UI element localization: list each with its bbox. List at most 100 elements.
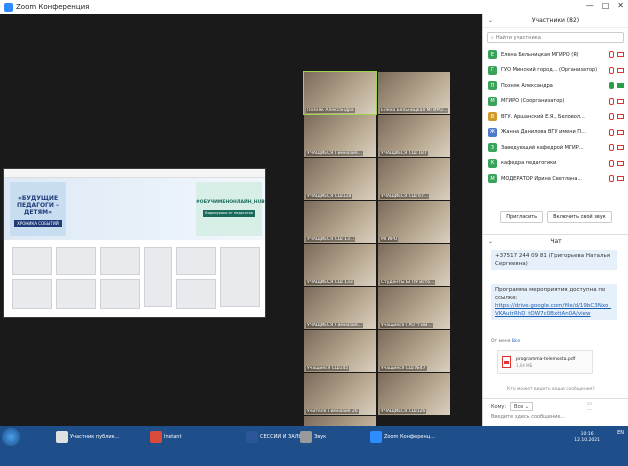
camera-icon[interactable]: [617, 129, 624, 135]
chat-file[interactable]: programma-telemosta.pdf 1,04 МБ: [497, 350, 593, 374]
video-tile[interactable]: Учителя Гимназия 20: [304, 373, 376, 415]
microphone-icon[interactable]: [609, 175, 614, 183]
shared-right-button: Видеоуроки от педагогов: [203, 210, 255, 217]
video-tile[interactable]: Позняк Александра: [303, 71, 377, 115]
video-tile[interactable]: УЧАЩИЕСЯ СШ128: [304, 158, 376, 200]
chat-message-link[interactable]: https://drive.google.com/file/d/19bC3Nxo…: [495, 303, 611, 317]
chat-input[interactable]: [491, 414, 621, 420]
participant-row[interactable]: Е Елена Бельницкая МГИРО (Я): [483, 47, 628, 63]
participant-row[interactable]: З Заведующий кафедрой МГИР...: [483, 140, 628, 156]
participant-row[interactable]: М МГИРО (Соорганизатор): [483, 94, 628, 110]
zoom-logo-icon: [4, 2, 13, 12]
system-tray: EN: [617, 430, 624, 436]
video-tile[interactable]: УЧАЩИЕСЯ СШ 13...: [304, 201, 376, 243]
camera-icon[interactable]: [617, 67, 624, 73]
shared-card-line2: ПЕДАГОГИ – ДЕТЯМ»: [17, 202, 59, 216]
shared-thumbnail: [12, 279, 52, 309]
video-tile[interactable]: Учащиеся СШ145: [304, 330, 376, 372]
video-tile-name: УЧАЩИЕСЯ СШ 13...: [306, 237, 356, 242]
participant-name: Позняк Александра: [501, 82, 553, 89]
maximize-button[interactable]: □: [602, 1, 610, 10]
video-tile-name: МГИРО: [380, 237, 399, 242]
participant-name: Жанна Данилова ВГУ имени П...: [501, 129, 586, 136]
chat-more-icons[interactable]: ▭ ⋯: [587, 401, 592, 413]
camera-icon[interactable]: [617, 98, 624, 104]
clock[interactable]: 10:16 12.10.2021: [574, 432, 600, 444]
close-button[interactable]: ✕: [617, 1, 624, 10]
search-input[interactable]: [495, 34, 616, 41]
participant-row[interactable]: В ВГУ. Аршанский Е.Я., Беловол...: [483, 109, 628, 125]
camera-icon[interactable]: [617, 52, 624, 58]
shared-thumbnail: [56, 247, 96, 275]
video-tile-name: УЧАЩИЕСЯ СШ 133: [306, 280, 354, 285]
video-tile[interactable]: УЧАЩИЕСЯ СШ 133: [304, 244, 376, 286]
who-can-see-link[interactable]: Кто может видеть ваши сообщения?: [507, 387, 595, 392]
participant-name: Елена Бельницкая МГИРО (Я): [501, 51, 579, 58]
video-gallery: Позняк Александра Елена Бельницкая МГИРО.…: [303, 71, 450, 458]
invite-button[interactable]: Пригласить: [500, 211, 544, 223]
participant-name: кафедра педагогики: [501, 160, 557, 167]
video-tile[interactable]: Учащиеся СШ №47: [378, 330, 450, 372]
microphone-icon[interactable]: [609, 97, 614, 105]
microphone-icon[interactable]: [609, 66, 614, 74]
microphone-icon[interactable]: [609, 128, 614, 136]
file-size: 1,04 МБ: [516, 362, 533, 368]
video-tile[interactable]: УЧАЩИЕСЯ Гимназия...: [304, 287, 376, 329]
taskbar-item[interactable]: Instant: [150, 428, 181, 446]
video-tile-name: Учителя Гимназия 20: [306, 409, 359, 414]
video-tile[interactable]: МГИРО: [378, 201, 450, 243]
video-tile[interactable]: Студенты БГПУ исто...: [378, 244, 450, 286]
chevron-down-icon[interactable]: ⌄: [488, 238, 493, 245]
chevron-down-icon[interactable]: ⌄: [488, 17, 493, 24]
start-button[interactable]: [2, 428, 20, 446]
taskbar-item-label: Участник публик...: [70, 434, 120, 440]
video-tile[interactable]: УЧАЩИЕСЯ СШ 187: [378, 115, 450, 157]
video-tile[interactable]: Учащиеся ГУО "Гим...: [378, 287, 450, 329]
language-indicator[interactable]: EN: [617, 430, 624, 436]
video-tile-name: Учащиеся СШ145: [306, 366, 350, 371]
unmute-button[interactable]: Включить свой звук: [547, 211, 612, 223]
participant-row[interactable]: П Позняк Александра: [483, 78, 628, 94]
microphone-icon[interactable]: [609, 144, 614, 152]
video-tile-name: УЧАЩИЕСЯ СШ 67...: [380, 194, 430, 199]
taskbar-item[interactable]: СЕССИИ И ЗАЛЫ...: [246, 428, 308, 446]
video-tile[interactable]: УЧАЩИЕСЯ СШ126: [378, 373, 450, 415]
camera-icon[interactable]: [617, 145, 624, 151]
video-tile-name: УЧАЩИЕСЯ Гимназия...: [306, 151, 363, 156]
participant-row[interactable]: Ж Жанна Данилова ВГУ имени П...: [483, 125, 628, 141]
camera-icon[interactable]: [617, 160, 624, 166]
microphone-icon[interactable]: [609, 51, 614, 59]
microphone-icon[interactable]: [609, 159, 614, 167]
shared-left-card: «БУДУЩИЕ ПЕДАГОГИ – ДЕТЯМ» ХРОНИКА СОБЫТ…: [10, 182, 66, 236]
window-title: Zoom Конференция: [16, 3, 90, 11]
camera-icon[interactable]: [617, 83, 624, 89]
chat-header: ⌄ Чат: [483, 234, 628, 248]
taskbar-item[interactable]: Звук: [300, 428, 326, 446]
video-tile[interactable]: УЧАЩИЕСЯ СШ 67...: [378, 158, 450, 200]
camera-icon[interactable]: [617, 176, 624, 182]
shared-thumbnail: [176, 279, 216, 309]
video-tile-name: УЧАЩИЕСЯ СШ128: [306, 194, 353, 199]
participant-row[interactable]: Ккафедра педагогики: [483, 156, 628, 172]
camera-icon[interactable]: [617, 114, 624, 120]
shared-screen: «БУДУЩИЕ ПЕДАГОГИ – ДЕТЯМ» ХРОНИКА СОБЫТ…: [3, 168, 266, 318]
participant-row[interactable]: М МОДЕРАТОР Ирина Светлана...: [483, 171, 628, 187]
participant-row[interactable]: Г ГУО Минский город... (Организатор): [483, 63, 628, 79]
pdf-file-icon: [502, 356, 511, 368]
recipient-select[interactable]: Все ⌄: [510, 402, 534, 411]
minimize-button[interactable]: —: [586, 1, 594, 10]
participant-name: ВГУ. Аршанский Е.Я., Беловол...: [501, 113, 585, 120]
taskbar-item[interactable]: Zoom Конференц...: [370, 428, 435, 446]
taskbar-item-label: Звук: [314, 434, 327, 440]
video-tile-name: УЧАЩИЕСЯ СШ 187: [380, 151, 428, 156]
shared-thumbnail: [100, 279, 140, 309]
shared-thumbnails: [12, 247, 262, 315]
microphone-icon[interactable]: [609, 113, 614, 121]
app-icon: [300, 431, 312, 443]
video-tile[interactable]: Елена Бельницкая МГИРО...: [378, 72, 450, 114]
video-tile[interactable]: УЧАЩИЕСЯ Гимназия...: [304, 115, 376, 157]
participant-search[interactable]: ⌕: [487, 32, 624, 43]
microphone-icon[interactable]: [609, 82, 614, 90]
avatar: В: [488, 112, 497, 122]
taskbar-item[interactable]: Участник публик...: [56, 428, 119, 446]
